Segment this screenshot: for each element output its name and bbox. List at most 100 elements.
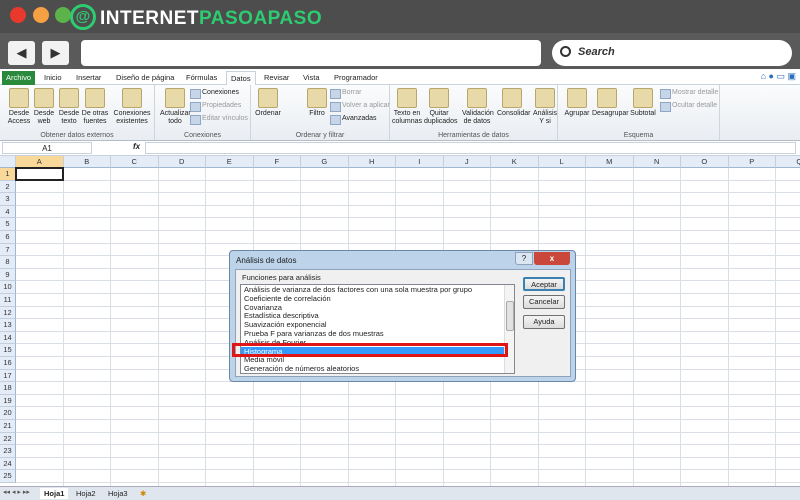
tab-6[interactable]: Revisar [260,71,293,85]
column-header[interactable]: E [206,156,254,168]
column-header[interactable]: C [111,156,159,168]
row-header[interactable]: 17 [0,369,16,383]
tab-7[interactable]: Vista [299,71,324,85]
column-header[interactable]: F [253,156,301,168]
tab-8[interactable]: Programador [330,71,382,85]
column-header[interactable]: N [633,156,681,168]
tab-5[interactable]: Datos [226,71,256,85]
fx-button[interactable]: fx [133,142,140,151]
ribbon-button-análisis-y-si[interactable]: Análisis Y si [530,88,560,126]
row-header[interactable]: 24 [0,457,16,471]
column-header[interactable]: I [396,156,444,168]
ribbon-small-conexiones[interactable]: Conexiones [190,88,239,99]
close-window-button[interactable] [10,7,26,23]
column-header[interactable]: L [538,156,586,168]
ribbon-small-editar-vínculos[interactable]: Editar vínculos [190,114,248,125]
name-box[interactable]: A1 [2,142,92,154]
scroll-thumb[interactable] [506,301,514,331]
forward-button[interactable]: ▶ [42,41,69,65]
ribbon-button-actualizar-todo[interactable]: Actualizar todo [160,88,191,126]
selected-cell-A1[interactable] [15,167,64,181]
back-button[interactable]: ◀ [8,41,35,65]
column-header[interactable]: P [728,156,776,168]
list-item[interactable]: Covarianza [241,303,514,312]
row-header[interactable]: 12 [0,306,16,320]
address-bar[interactable] [81,40,541,66]
help-icon[interactable]: ? [515,252,533,265]
ribbon-small-ocultar-detalle[interactable]: Ocultar detalle [660,101,717,112]
ribbon-button-conexiones-existentes[interactable]: Conexiones existentes [112,88,152,126]
ribbon-button-agrupar[interactable]: Agrupar [562,88,592,118]
row-header[interactable]: 19 [0,394,16,408]
row-header[interactable]: 15 [0,344,16,357]
functions-list[interactable]: Análisis de varianza de dos factores con… [240,284,515,374]
ribbon-button-quitar-duplicados[interactable]: Quitar duplicados [424,88,457,126]
sheet-tab-hoja3[interactable]: Hoja3 [104,488,132,499]
column-header[interactable]: H [348,156,396,168]
column-header[interactable]: K [491,156,539,168]
row-header[interactable]: 11 [0,294,16,307]
minimize-window-button[interactable] [33,7,49,23]
ribbon-button-subtotal[interactable]: Subtotal [628,88,658,118]
ribbon-small-volver-a-aplicar[interactable]: Volver a aplicar [330,101,390,112]
ok-button[interactable]: Aceptar [523,277,565,291]
row-header[interactable]: 22 [0,432,16,446]
column-header[interactable]: G [301,156,349,168]
column-header[interactable]: D [158,156,206,168]
ribbon-small-mostrar-detalle[interactable]: Mostrar detalle [660,88,718,99]
ribbon-button-filtro[interactable]: Filtro [302,88,332,118]
row-header[interactable]: 25 [0,470,16,483]
list-item[interactable]: Estadística descriptiva [241,311,514,320]
row-header[interactable]: 2 [0,180,16,194]
row-header[interactable]: 10 [0,281,16,294]
list-item[interactable]: Prueba F para varianzas de dos muestras [241,329,514,338]
ribbon-small-borrar[interactable]: Borrar [330,88,361,99]
sheet-tab-hoja2[interactable]: Hoja2 [72,488,100,499]
list-item[interactable]: Análisis de varianza de dos factores con… [241,285,514,294]
ribbon-button-consolidar[interactable]: Consolidar [497,88,530,118]
column-header[interactable]: B [63,156,111,168]
tab-3[interactable]: Diseño de página [112,71,178,85]
ribbon-small-propiedades[interactable]: Propiedades [190,101,241,112]
row-header[interactable]: 23 [0,445,16,458]
tab-1[interactable]: Inicio [40,71,66,85]
sheet-nav-arrows[interactable]: ◂◂ ◂ ▸ ▸▸ [3,488,30,496]
ribbon-controls[interactable]: ⌂ ● ▭ ▣ [761,71,796,82]
row-header[interactable]: 5 [0,218,16,231]
insert-sheet-icon[interactable]: ✱ [136,488,150,499]
ribbon-button-texto-en-columnas[interactable]: Texto en columnas [392,88,422,126]
ribbon-button-ordenar[interactable]: Ordenar [253,88,283,118]
row-header[interactable]: 16 [0,357,16,370]
tab-0[interactable]: Archivo [2,71,36,85]
list-scrollbar[interactable] [504,285,514,373]
ribbon-button-validación-de-datos[interactable]: Validación de datos [462,88,494,126]
row-header[interactable]: 3 [0,193,16,206]
maximize-window-button[interactable] [55,7,71,23]
select-all[interactable] [0,156,16,168]
row-header[interactable]: 6 [0,231,16,244]
row-header[interactable]: 7 [0,243,16,257]
close-icon[interactable]: x [534,252,570,265]
row-header[interactable]: 1 [0,168,16,181]
row-header[interactable]: 9 [0,268,16,282]
row-header[interactable]: 8 [0,256,16,269]
row-header[interactable]: 20 [0,407,16,420]
formula-input[interactable] [145,142,796,154]
list-item[interactable]: Coeficiente de correlación [241,294,514,303]
cancel-button[interactable]: Cancelar [523,295,565,309]
row-header[interactable]: 14 [0,331,16,345]
column-header[interactable]: Q [776,156,800,168]
tab-2[interactable]: Insertar [72,71,105,85]
tab-4[interactable]: Fórmulas [182,71,221,85]
column-header[interactable]: O [681,156,729,168]
column-header[interactable]: J [443,156,491,168]
ribbon-button-de-otras-fuentes[interactable]: De otras fuentes [80,88,110,126]
column-header[interactable]: M [586,156,634,168]
row-header[interactable]: 21 [0,420,16,433]
sheet-tab-hoja1[interactable]: Hoja1 [40,488,69,499]
row-header[interactable]: 4 [0,205,16,219]
ribbon-small-avanzadas[interactable]: Avanzadas [330,114,377,125]
search-box[interactable]: Search [552,40,792,66]
list-item[interactable]: Suavización exponencial [241,320,514,329]
help-button[interactable]: Ayuda [523,315,565,329]
